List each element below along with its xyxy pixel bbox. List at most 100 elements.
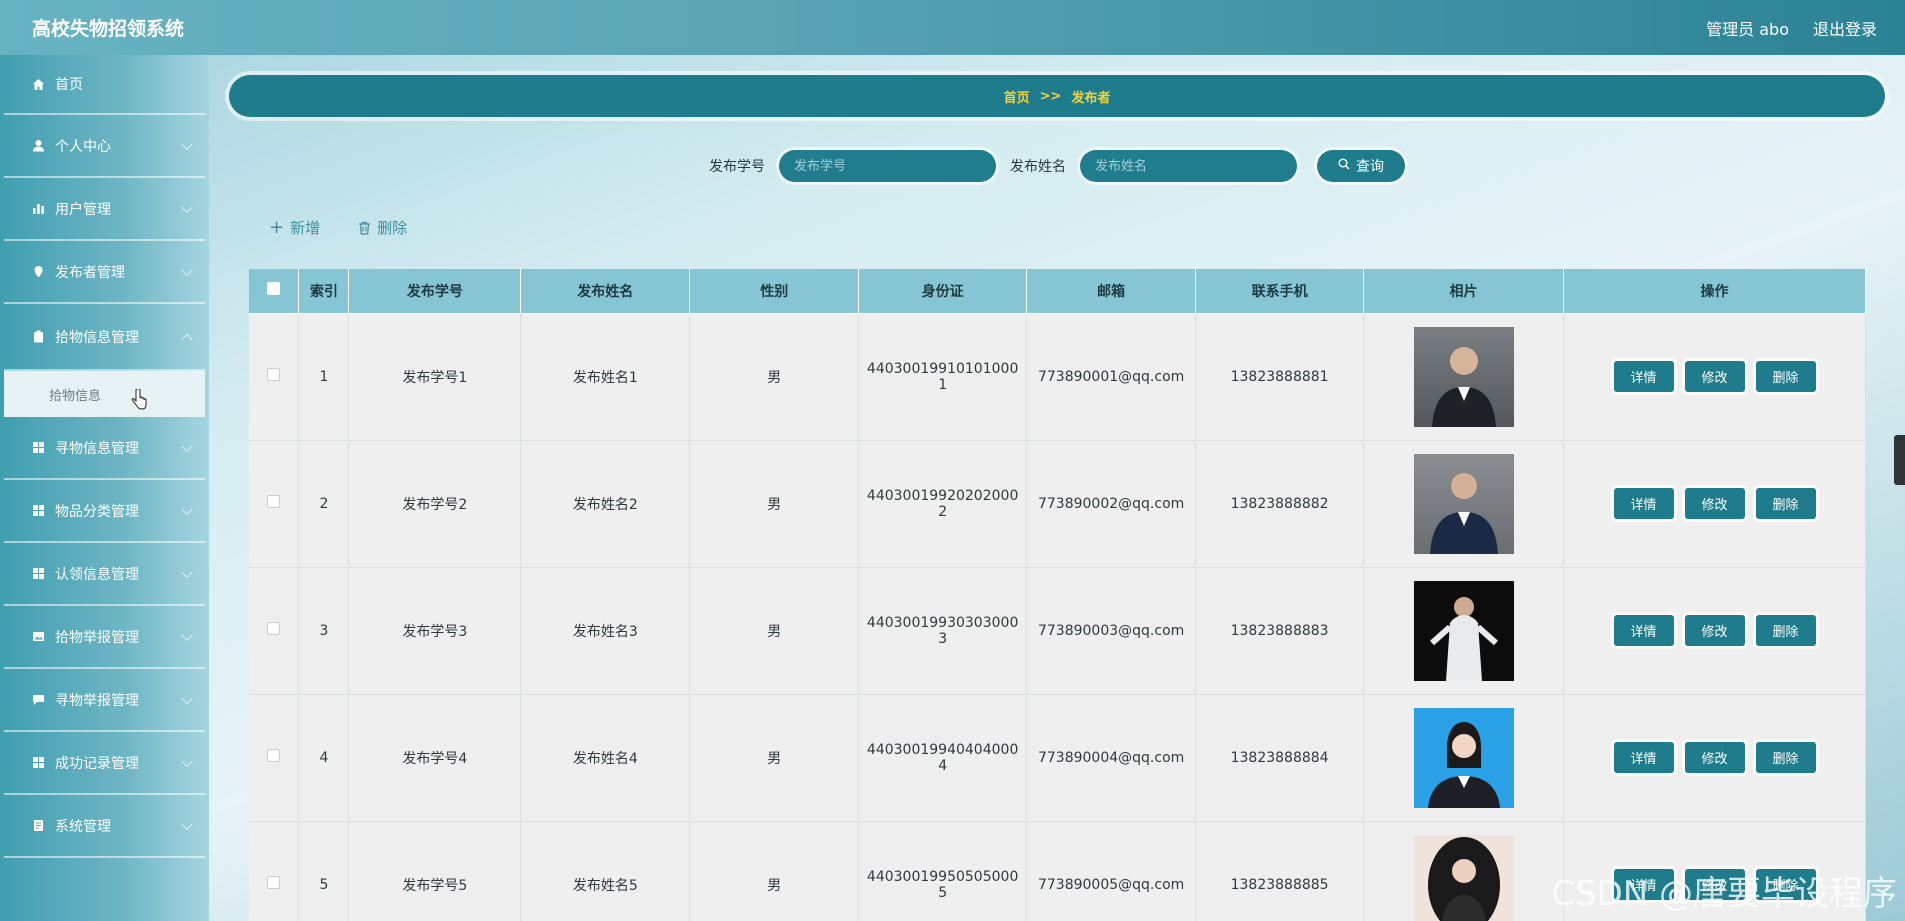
- id-card-line1: 44030019950505000: [866, 868, 1019, 885]
- row-delete-button[interactable]: 删除: [1755, 869, 1816, 900]
- add-button[interactable]: + 新增: [269, 217, 320, 238]
- sidebar-item-success-records-management[interactable]: 成功记录管理: [4, 732, 205, 795]
- name-search-input[interactable]: [1080, 150, 1297, 182]
- row-delete-button[interactable]: 删除: [1755, 742, 1816, 773]
- query-button-label: 查询: [1356, 159, 1384, 175]
- chevron-down-icon: [181, 818, 193, 830]
- chevron-down-icon: [181, 440, 193, 452]
- side-drawer-handle[interactable]: [1894, 435, 1905, 485]
- table-row: 2 发布学号2 发布姓名2 男 44030019920202000 2 77389…: [249, 440, 1866, 568]
- chevron-down-icon: [181, 566, 193, 578]
- document-icon: [32, 819, 45, 832]
- grid-icon: [32, 756, 45, 769]
- photo-thumbnail[interactable]: [1413, 580, 1514, 681]
- cell-index: 2: [298, 440, 350, 568]
- row-checkbox[interactable]: [267, 495, 281, 508]
- sidebar-item-found-report-management[interactable]: 拾物举报管理: [4, 606, 205, 669]
- chevron-down-icon: [181, 692, 193, 704]
- edit-button[interactable]: 修改: [1684, 869, 1745, 900]
- bar-chart-icon: [32, 202, 45, 215]
- chevron-up-icon: [181, 333, 193, 345]
- detail-button[interactable]: 详情: [1613, 742, 1674, 773]
- edit-button[interactable]: 修改: [1684, 361, 1745, 392]
- chevron-down-icon: [181, 201, 193, 213]
- cell-index: 3: [298, 567, 350, 695]
- admin-user-label[interactable]: 管理员 abo: [1706, 16, 1789, 40]
- grid-icon: [32, 504, 45, 517]
- main-content: 首页 >> 发布者 发布学号 发布姓名 查询 + 新增 删除: [209, 55, 1905, 921]
- photo-thumbnail[interactable]: [1413, 834, 1514, 921]
- sidebar-item-personal-center[interactable]: 个人中心: [4, 115, 205, 178]
- sidebar-item-system-management[interactable]: 系统管理: [4, 795, 205, 858]
- breadcrumb-current: 发布者: [1071, 90, 1111, 106]
- sidebar-subitem-label: 拾物信息: [49, 388, 102, 404]
- sidebar-subitem-found-items-info[interactable]: 拾物信息: [4, 371, 205, 417]
- location-pin-icon: [32, 265, 45, 278]
- sidebar-item-home[interactable]: 首页: [4, 55, 205, 115]
- row-delete-button[interactable]: 删除: [1755, 361, 1816, 392]
- sidebar-item-lost-report-management[interactable]: 寻物举报管理: [4, 669, 205, 732]
- cell-student-id: 发布学号1: [348, 313, 522, 441]
- sidebar-item-found-items-management[interactable]: 拾物信息管理: [4, 304, 205, 371]
- id-card-line2: 3: [938, 630, 948, 647]
- cell-index: 5: [298, 821, 350, 921]
- search-icon: [1338, 158, 1350, 174]
- cell-email: 773890001@qq.com: [1026, 313, 1197, 441]
- detail-button[interactable]: 详情: [1613, 869, 1674, 900]
- edit-button[interactable]: 修改: [1684, 615, 1745, 646]
- cell-gender: 男: [689, 440, 860, 568]
- sidebar-item-publisher-management[interactable]: 发布者管理: [4, 241, 205, 304]
- sidebar-item-label: 个人中心: [55, 138, 111, 155]
- cell-student-id: 发布学号4: [348, 694, 522, 822]
- sidebar-item-label: 认领信息管理: [55, 566, 139, 583]
- mouse-cursor-icon: [130, 388, 148, 415]
- cell-photo: [1363, 821, 1565, 921]
- student-id-search-input[interactable]: [779, 150, 996, 182]
- cell-id-card: 44030019910101000 1: [858, 313, 1028, 441]
- logout-link[interactable]: 退出登录: [1813, 16, 1877, 40]
- delete-button[interactable]: 删除: [358, 217, 407, 238]
- cell-email: 773890004@qq.com: [1026, 694, 1197, 822]
- detail-button[interactable]: 详情: [1613, 361, 1674, 392]
- cell-name: 发布姓名2: [520, 440, 691, 568]
- cell-gender: 男: [689, 821, 860, 921]
- row-checkbox[interactable]: [267, 876, 281, 889]
- id-card-line2: 2: [938, 503, 948, 520]
- cell-name: 发布姓名1: [520, 313, 691, 441]
- row-checkbox[interactable]: [267, 622, 281, 635]
- edit-button[interactable]: 修改: [1684, 488, 1745, 519]
- sidebar-item-category-management[interactable]: 物品分类管理: [4, 480, 205, 543]
- breadcrumb-home[interactable]: 首页: [1004, 87, 1030, 106]
- row-delete-button[interactable]: 删除: [1755, 615, 1816, 646]
- row-checkbox[interactable]: [267, 368, 281, 381]
- breadcrumb: 首页 >> 发布者: [229, 75, 1885, 117]
- cell-photo: [1363, 694, 1565, 822]
- column-header: 联系手机: [1195, 269, 1365, 314]
- cell-operations: 详情 修改 删除: [1563, 821, 1866, 921]
- detail-button[interactable]: 详情: [1613, 488, 1674, 519]
- cell-phone: 13823888885: [1195, 821, 1365, 921]
- row-delete-button[interactable]: 删除: [1755, 488, 1816, 519]
- query-button[interactable]: 查询: [1317, 150, 1405, 182]
- id-card-line1: 44030019920202000: [866, 487, 1019, 504]
- photo-thumbnail[interactable]: [1413, 707, 1514, 808]
- photo-thumbnail[interactable]: [1413, 453, 1514, 554]
- student-id-label: 发布学号: [709, 159, 765, 175]
- message-icon: [32, 693, 45, 706]
- id-card-line2: 4: [938, 757, 948, 774]
- sidebar-item-claim-management[interactable]: 认领信息管理: [4, 543, 205, 606]
- sidebar-item-user-management[interactable]: 用户管理: [4, 178, 205, 241]
- cell-operations: 详情 修改 删除: [1563, 567, 1866, 695]
- sidebar-item-lost-items-management[interactable]: 寻物信息管理: [4, 417, 205, 480]
- cell-name: 发布姓名5: [520, 821, 691, 921]
- select-all-checkbox[interactable]: [267, 282, 281, 296]
- breadcrumb-separator: >>: [1039, 88, 1062, 104]
- row-checkbox[interactable]: [267, 749, 281, 762]
- edit-button[interactable]: 修改: [1684, 742, 1745, 773]
- detail-button[interactable]: 详情: [1613, 615, 1674, 646]
- cell-phone: 13823888884: [1195, 694, 1365, 822]
- sidebar-item-label: 拾物举报管理: [55, 629, 139, 646]
- photo-thumbnail[interactable]: [1413, 326, 1514, 427]
- table-row: 5 发布学号5 发布姓名5 男 44030019950505000 5 77389…: [249, 821, 1866, 921]
- cell-index: 1: [298, 313, 350, 441]
